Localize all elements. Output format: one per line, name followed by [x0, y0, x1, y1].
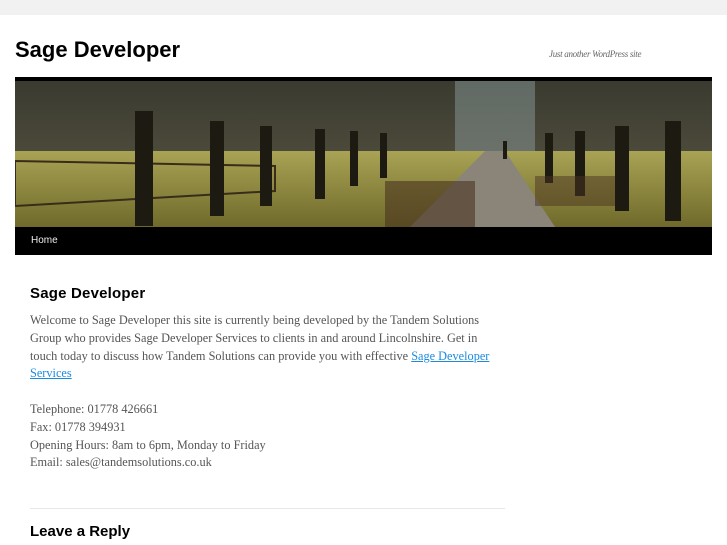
telephone: Telephone: 01778 426661: [30, 401, 159, 416]
main-nav: Home: [15, 227, 712, 255]
header-image: [15, 77, 712, 227]
email: Email: sales@tandemsolutions.co.uk: [30, 455, 212, 470]
page-wrapper: Sage Developer Just another WordPress si…: [0, 15, 727, 545]
leave-reply-heading: Leave a Reply: [30, 523, 131, 541]
post-title: Sage Developer: [30, 285, 146, 302]
site-tagline: Just another WordPress site: [549, 49, 642, 59]
nav-item-home[interactable]: Home: [31, 235, 58, 246]
site-title[interactable]: Sage Developer: [15, 37, 180, 63]
contact-details: Telephone: 01778 426661 Fax: 01778 39493…: [30, 401, 505, 472]
divider: [30, 508, 505, 510]
post-content: Sage Developer Welcome to Sage Developer…: [30, 285, 505, 540]
fax: Fax: 01778 394931: [30, 419, 126, 434]
post-intro: Welcome to Sage Developer this site is c…: [30, 312, 505, 383]
opening-hours: Opening Hours: 8am to 6pm, Monday to Fri…: [30, 437, 266, 452]
